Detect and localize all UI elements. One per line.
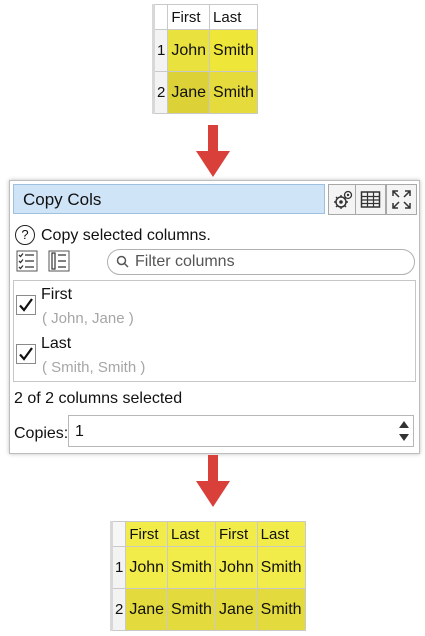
- table-cell[interactable]: John: [214, 546, 258, 589]
- column-header[interactable]: First: [125, 521, 169, 547]
- column-name: Last: [41, 335, 72, 352]
- search-icon: [116, 255, 129, 268]
- column-values: ( Smith, Smith ): [42, 359, 146, 376]
- column-header[interactable]: Last: [167, 521, 216, 547]
- search-box[interactable]: [107, 249, 415, 275]
- table-icon: [360, 191, 381, 208]
- corner-cell: [110, 521, 127, 547]
- table-cell[interactable]: Jane: [167, 71, 211, 114]
- table-cell[interactable]: Smith: [256, 588, 306, 631]
- input-table: First Last 1 John Smith 2 Jane Smith: [152, 4, 258, 114]
- column-header[interactable]: Last: [209, 4, 258, 30]
- column-header[interactable]: First: [214, 521, 258, 547]
- checkbox[interactable]: [16, 295, 36, 315]
- row-number: 2: [110, 588, 127, 631]
- selection-status: 2 of 2 columns selected: [14, 390, 183, 407]
- description-text: Copy selected columns.: [41, 227, 211, 244]
- table-cell[interactable]: Smith: [209, 29, 258, 72]
- down-arrow-icon: [196, 455, 230, 507]
- column-item-last[interactable]: Last ( Smith, Smith ): [14, 330, 404, 378]
- checkmark-icon: [19, 298, 33, 312]
- table-cell[interactable]: John: [167, 29, 211, 72]
- copies-spinbox[interactable]: [68, 415, 414, 447]
- row-number: 1: [110, 546, 127, 589]
- table-cell[interactable]: John: [125, 546, 169, 589]
- row-number: 2: [152, 71, 169, 114]
- column-list: First ( John, Jane ) Last ( Smith, Smith…: [13, 280, 416, 382]
- spin-arrows-icon[interactable]: [398, 418, 410, 444]
- row-number: 1: [152, 29, 169, 72]
- copy-cols-panel: Copy Cols ? Copy selected columns. Filte…: [9, 180, 420, 454]
- column-header[interactable]: Last: [256, 521, 306, 547]
- column-name: First: [41, 286, 73, 303]
- check-all-icon[interactable]: [16, 250, 38, 272]
- copies-input[interactable]: [73, 421, 377, 443]
- table-cell[interactable]: Smith: [209, 71, 258, 114]
- table-cell[interactable]: Smith: [167, 546, 216, 589]
- panel-title: Copy Cols: [23, 190, 102, 209]
- uncheck-all-icon[interactable]: [48, 250, 70, 272]
- table-cell[interactable]: Smith: [256, 546, 306, 589]
- checkmark-icon: [19, 347, 33, 361]
- table-cell[interactable]: Jane: [214, 588, 258, 631]
- copies-label: Copies:: [14, 425, 69, 442]
- table-cell[interactable]: Smith: [167, 588, 216, 631]
- filter-columns-input[interactable]: [133, 252, 407, 272]
- table-cell[interactable]: Jane: [125, 588, 169, 631]
- output-table: First Last First Last 1 John Smith John …: [110, 521, 306, 631]
- column-values: ( John, Jane ): [42, 310, 134, 327]
- column-header[interactable]: First: [167, 4, 211, 30]
- expand-icon: [392, 190, 411, 209]
- gears-icon: [334, 190, 353, 209]
- down-arrow-icon: [196, 125, 230, 177]
- corner-cell: [152, 4, 169, 30]
- panel-title-bar: Copy Cols: [13, 184, 325, 214]
- maximize-button[interactable]: [386, 184, 417, 215]
- help-icon[interactable]: ?: [15, 225, 35, 245]
- checkbox[interactable]: [16, 344, 36, 364]
- column-item-first[interactable]: First ( John, Jane ): [14, 281, 404, 329]
- table-view-button[interactable]: [355, 184, 386, 215]
